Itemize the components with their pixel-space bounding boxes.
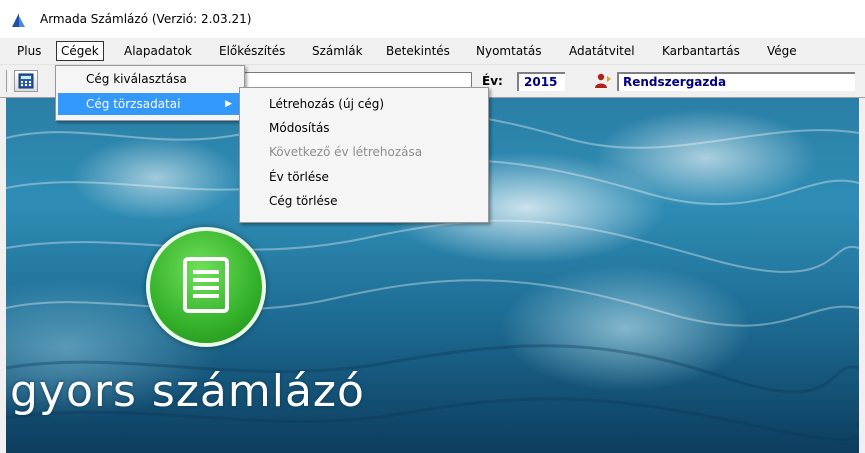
menu-nyomtatas[interactable]: Nyomtatás — [471, 42, 546, 60]
menu-alapadatok[interactable]: Alapadatok — [119, 42, 197, 60]
calculator-button[interactable] — [14, 70, 38, 92]
toolbar-separator — [6, 70, 10, 92]
menu-szamlak[interactable]: Számlák — [307, 42, 368, 60]
user-icon — [595, 73, 611, 88]
submenu-arrow-icon: ▶ — [225, 99, 232, 109]
menu-item-ceg-torzsadatai[interactable]: Cég törzsadatai ▶ — [58, 93, 240, 115]
menu-item-kovetkezo-ev: Következő év létrehozása — [269, 145, 423, 159]
document-icon — [183, 257, 229, 313]
title-bar: Armada Számlázó (Verzió: 2.03.21) — [0, 0, 865, 38]
menu-karbantartas[interactable]: Karbantartás — [657, 42, 745, 60]
menu-vege[interactable]: Vége — [762, 42, 802, 60]
menu-item-modositas[interactable]: Módosítás — [242, 117, 484, 139]
menu-adatatvitel[interactable]: Adatátvitel — [564, 42, 640, 60]
app-sail-icon — [12, 13, 25, 27]
year-field[interactable]: 2015 — [517, 72, 565, 91]
menu-item-ceg-kivalasztasa[interactable]: Cég kiválasztása — [58, 68, 240, 90]
menu-item-ceg-torlese[interactable]: Cég törlése — [242, 190, 484, 212]
menu-cegek[interactable]: Cégek — [56, 41, 104, 61]
app-logo-circle — [146, 227, 266, 347]
window-title: Armada Számlázó (Verzió: 2.03.21) — [40, 12, 252, 26]
cegek-dropdown-menu: Cég kiválasztása Cég törzsadatai ▶ — [55, 65, 245, 121]
calculator-icon — [18, 73, 34, 89]
menu-elokeszites[interactable]: Előkészítés — [214, 42, 290, 60]
torzsadatai-submenu: Létrehozás (új cég) Módosítás Következő … — [239, 87, 489, 223]
menu-bar: Plus Cégek Alapadatok Előkészítés Számlá… — [0, 38, 865, 65]
menu-item-label: Cég törzsadatai — [86, 97, 181, 111]
user-field[interactable]: Rendszergazda — [617, 72, 855, 91]
brand-logo-text: gyors számlázó — [10, 366, 365, 417]
menu-betekintes[interactable]: Betekintés — [381, 42, 455, 60]
year-label: Év: — [482, 74, 503, 88]
menu-plus[interactable]: Plus — [12, 42, 46, 60]
menu-item-ev-torlese[interactable]: Év törlése — [242, 166, 484, 188]
menu-item-letrehozas[interactable]: Létrehozás (új cég) — [242, 93, 484, 115]
